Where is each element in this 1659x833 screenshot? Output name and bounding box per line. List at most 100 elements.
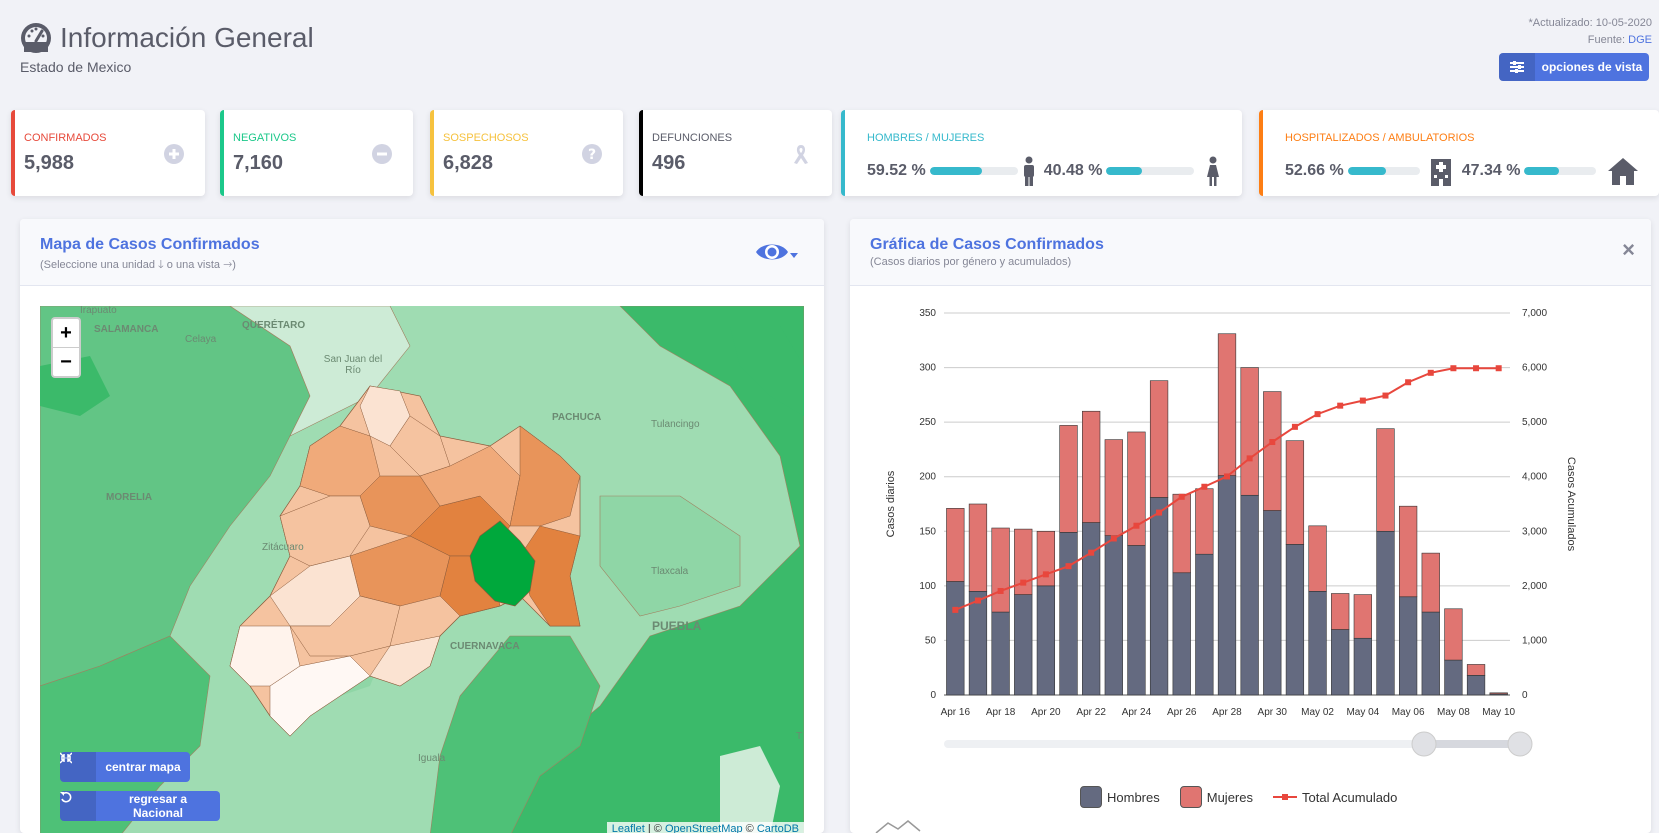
map-label-queretaro: QUERÉTARO (242, 320, 306, 331)
page-subtitle: Estado de Mexico (20, 59, 132, 75)
leaflet-link[interactable]: Leaflet (612, 823, 645, 833)
y-tick-left: 350 (919, 308, 936, 319)
bar-hombres (1240, 494, 1259, 696)
bar-hombres (1421, 611, 1440, 696)
point-total-acumulado (1359, 397, 1366, 404)
zoom-out-button[interactable]: − (53, 348, 79, 377)
source-link[interactable]: DGE (1628, 34, 1652, 46)
x-tick-label: Apr 16 (941, 707, 971, 718)
bar-mujeres (1308, 525, 1327, 592)
stat-title: CONFIRMADOS (24, 132, 107, 144)
point-total-acumulado (1450, 365, 1457, 372)
point-total-acumulado (1201, 483, 1208, 490)
stat-value: 7,160 (233, 152, 284, 174)
point-total-acumulado (1405, 379, 1412, 386)
tachometer-icon (21, 23, 51, 53)
legend-label-mujeres: Mujeres (1206, 789, 1253, 805)
point-total-acumulado (1246, 455, 1253, 462)
amb-progress-fill (1524, 167, 1559, 175)
page-title: Información General (60, 22, 314, 53)
bar-mujeres (1444, 608, 1463, 661)
x-tick-label: Apr 26 (1167, 707, 1197, 718)
choropleth-map[interactable]: Irapuato SALAMANCA Celaya QUERÉTARO San … (40, 306, 804, 833)
bar-mujeres (1398, 505, 1418, 598)
y-tick-left: 300 (919, 363, 936, 374)
zoom-control: + − (51, 317, 81, 378)
map-label-tulancingo: Tulancingo (651, 419, 700, 430)
men-progress (929, 167, 1018, 175)
amb-percent: 47.34 % (1461, 162, 1521, 179)
close-button[interactable]: × (1622, 237, 1635, 263)
bar-mujeres (1331, 593, 1350, 630)
point-total-acumulado (1269, 439, 1276, 446)
national-button[interactable]: regresar a Nacional (60, 791, 220, 821)
range-handle-end (1507, 731, 1533, 757)
legend-item-total[interactable]: Total Acumulado (1273, 790, 1397, 805)
attr-sep: | © (644, 823, 665, 833)
bar-hombres (946, 581, 965, 696)
osm-link[interactable]: OpenStreetMap (665, 823, 743, 833)
bar-mujeres (1240, 367, 1259, 496)
y-tick-left: 250 (919, 417, 936, 428)
stat-card-hospitalizados: HOSPITALIZADOS / AMBULATORIOS 52.66 % 47… (1259, 110, 1659, 196)
point-total-acumulado (1427, 369, 1434, 376)
women-percent: 40.48 % (1043, 162, 1103, 179)
y-tick-left: 50 (925, 635, 937, 646)
point-total-acumulado (1088, 549, 1095, 556)
y-tick-right: 5,000 (1522, 417, 1547, 428)
chart-panel-header: Gráfica de Casos Confirmados (Casos diar… (850, 219, 1651, 286)
chart-type-icon[interactable] (874, 819, 930, 833)
bar-hombres (1285, 544, 1305, 696)
sliders-icon (1499, 53, 1535, 81)
stat-title: DEFUNCIONES (652, 132, 733, 144)
map-label-puebla: PUEBLA (652, 619, 702, 633)
updated-date: *Actualizado: 10-05-2020 (1528, 17, 1652, 29)
zoom-in-button[interactable]: + (53, 319, 79, 348)
legend-item-mujeres[interactable]: Mujeres (1179, 786, 1253, 808)
bar-mujeres (1489, 692, 1508, 695)
x-tick-label: Apr 20 (1031, 707, 1061, 718)
y-tick-right: 1,000 (1522, 635, 1547, 646)
x-tick-label: May 06 (1392, 707, 1425, 718)
bar-mujeres (946, 508, 965, 582)
point-total-acumulado (952, 606, 959, 613)
bar-hombres (1217, 475, 1237, 696)
x-tick-label: May 08 (1437, 707, 1470, 718)
stat-card-negativos: NEGATIVOS 7,160 (220, 110, 413, 196)
view-options-button[interactable]: opciones de vista (1499, 53, 1649, 81)
bar-hombres (968, 591, 988, 696)
map-panel-subtitle: (Seleccione una unidad 🡓 o una vista 🡒) (40, 259, 236, 271)
chart-legend: Hombres Mujeres Total Acumulado (1080, 786, 1397, 808)
point-total-acumulado (1110, 535, 1117, 542)
eye-dropdown-icon[interactable] (754, 239, 798, 265)
carto-link[interactable]: CartoDB (757, 823, 799, 833)
map-label-irapuato: Irapuato (80, 306, 117, 316)
map-attribution: Leaflet | © OpenStreetMap © CartoDB (606, 822, 804, 833)
x-tick-label: May 04 (1346, 707, 1379, 718)
bar-mujeres (1421, 552, 1440, 613)
compress-icon (60, 752, 96, 782)
legend-swatch-hombres (1080, 786, 1102, 808)
bar-hombres (1308, 591, 1327, 696)
legend-item-hombres[interactable]: Hombres (1080, 786, 1160, 808)
bar-mujeres (1104, 439, 1123, 536)
point-total-acumulado (1495, 365, 1502, 372)
point-total-acumulado (1382, 392, 1389, 399)
view-options-label: opciones de vista (1541, 60, 1643, 74)
bar-mujeres (1285, 440, 1305, 545)
bar-hombres (1127, 545, 1146, 696)
point-total-acumulado (1133, 522, 1140, 529)
bar-mujeres (1466, 664, 1486, 676)
bar-hombres (1014, 594, 1033, 696)
center-map-button[interactable]: centrar mapa (60, 752, 190, 782)
map-label-sanjuan: San Juan del Río (323, 354, 383, 376)
men-progress-fill (929, 167, 983, 175)
point-total-acumulado (1178, 493, 1185, 500)
ribbon-icon (794, 145, 808, 164)
point-total-acumulado (1473, 365, 1480, 372)
bar-mujeres (1059, 425, 1078, 533)
male-icon (1023, 156, 1034, 186)
bar-hombres (1331, 629, 1350, 696)
attr-c: © (742, 823, 757, 833)
bar-hombres (1059, 532, 1078, 696)
